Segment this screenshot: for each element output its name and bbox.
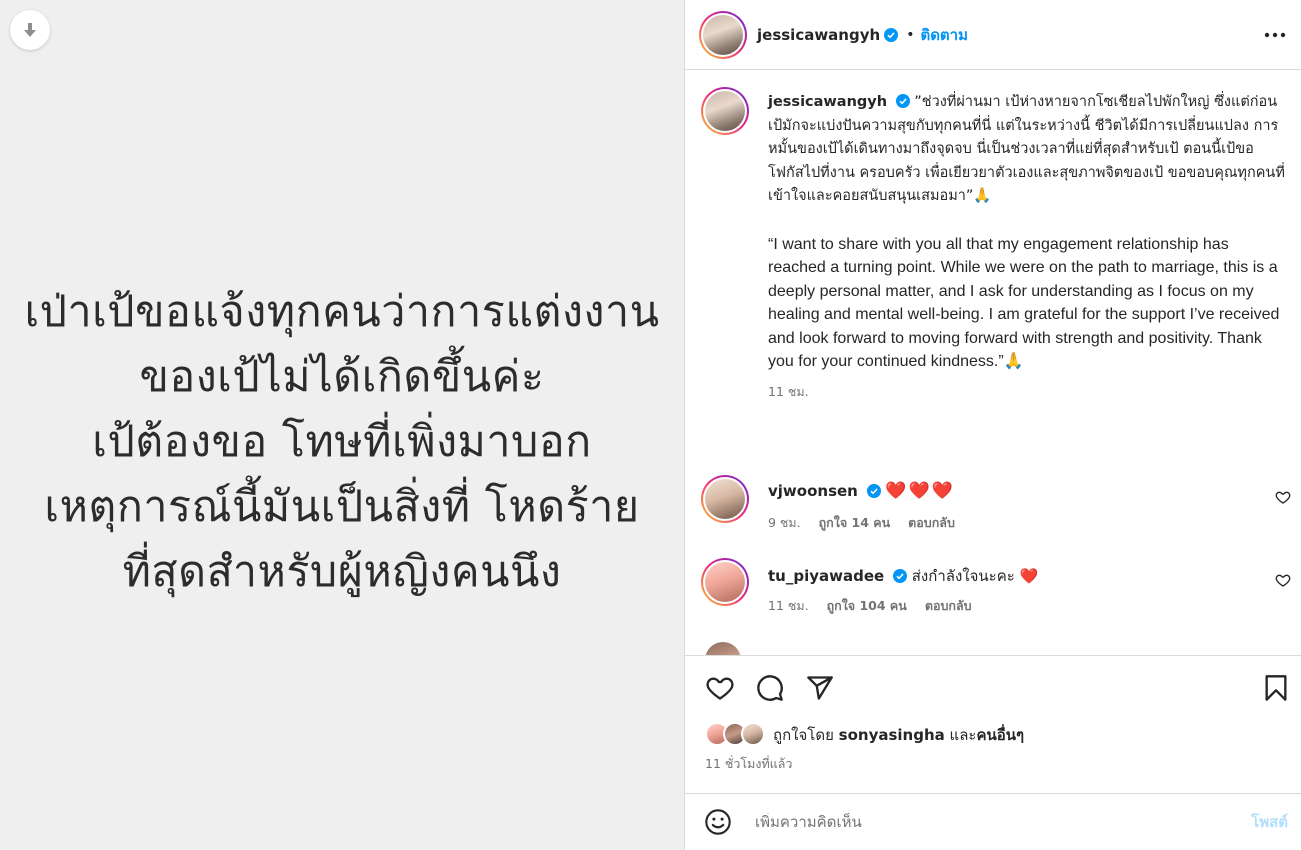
comment-body: tu_piyawadee ส่งกำลังใจนะคะ ❤️ (768, 564, 1038, 588)
post-header: jessicawangyh • ติดตาม (685, 0, 1301, 70)
post-actions-bar (685, 657, 1301, 717)
heart-icon (706, 677, 734, 700)
like-comment-heart-icon[interactable] (1275, 489, 1291, 505)
avatar (705, 562, 745, 602)
comment-item: tu_piyawadee ส่งกำลังใจนะคะ ❤️ 11 ชม. ถู… (701, 558, 1291, 618)
follow-button[interactable]: ติดตาม (920, 23, 968, 47)
post-side-panel: jessicawangyh • ติดตาม jessicawangyh ”ช่… (684, 0, 1301, 850)
post-comment-button[interactable]: โพสต์ (1251, 810, 1288, 834)
media-text-line: เป้ต้องขอ โทษที่เพิ่งมาบอก (92, 417, 592, 467)
comment-meta: 11 ชม. ถูกใจ 104 คน ตอบกลับ (768, 596, 986, 616)
media-text-line: ของเป้ไม่ได้เกิดขึ้นค่ะ (139, 352, 545, 402)
likes-others-link[interactable]: คนอื่นๆ (976, 726, 1024, 744)
comment-button[interactable] (755, 673, 785, 703)
likes-summary[interactable]: ถูกใจโดย sonyasingha และคนอื่นๆ (705, 722, 1024, 748)
verified-badge-icon (866, 484, 881, 498)
avatar (705, 91, 745, 131)
comment-username[interactable]: tu_piyawadee (768, 567, 884, 585)
avatar (741, 722, 765, 746)
post-media: เป่าเป้ขอแจ้งทุกคนว่าการแต่งงาน ของเป้ไม… (0, 0, 684, 850)
bookmark-icon (1265, 675, 1287, 701)
reply-button[interactable]: ตอบกลับ (925, 598, 972, 613)
caption-timestamp: 11 ชม. (768, 383, 809, 399)
liker-username[interactable]: sonyasingha (839, 726, 945, 744)
like-comment-heart-icon[interactable] (1275, 572, 1291, 588)
send-icon (807, 676, 833, 700)
more-icon (1264, 32, 1286, 38)
separator-dot: • (906, 26, 915, 43)
like-button[interactable] (705, 673, 735, 703)
emoji-button[interactable] (703, 807, 733, 837)
comment-meta: 9 ชม. ถูกใจ 14 คน ตอบกลับ (768, 513, 969, 533)
liker-avatars (705, 722, 769, 748)
comment-time: 9 ชม. (768, 515, 801, 530)
caption-body: jessicawangyh ”ช่วงที่ผ่านมา เป้ห่างหายจ… (768, 91, 1288, 403)
comment-body: vjwoonsen ❤️❤️❤️ (768, 481, 955, 501)
reply-button[interactable]: ตอบกลับ (908, 515, 955, 530)
author-avatar-ring[interactable] (699, 10, 747, 59)
comment-icon (757, 675, 783, 701)
caption-avatar[interactable] (701, 87, 749, 135)
emoji-icon (705, 809, 731, 835)
commenter-avatar[interactable] (701, 475, 749, 523)
caption-username[interactable]: jessicawangyh (768, 94, 887, 110)
media-text-line: ที่สุดสำหรับผู้หญิงคนนึง (122, 547, 562, 597)
verified-badge-icon (892, 569, 907, 583)
verified-badge-icon (884, 27, 899, 42)
likes-text: ถูกใจโดย sonyasingha และคนอื่นๆ (773, 723, 1024, 747)
caption-text-english: “I want to share with you all that my en… (768, 235, 1280, 371)
commenter-avatar[interactable] (701, 558, 749, 606)
post-timestamp[interactable]: 11 ชั่วโมงที่แล้ว (705, 754, 792, 774)
download-button[interactable] (10, 10, 50, 50)
author-username[interactable]: jessicawangyh (757, 26, 880, 44)
comment-input[interactable] (755, 813, 1215, 831)
download-icon (24, 23, 36, 37)
comment-time: 11 ชม. (768, 598, 809, 613)
avatar (705, 479, 745, 519)
commenter-avatar[interactable] (705, 642, 741, 655)
comment-item-partial (701, 642, 1291, 655)
comment-username[interactable]: vjwoonsen (768, 482, 858, 500)
share-button[interactable] (805, 673, 835, 703)
more-options-button[interactable] (1262, 22, 1288, 48)
add-comment-bar: โพสต์ (685, 793, 1301, 850)
avatar (705, 642, 741, 655)
save-button[interactable] (1261, 673, 1291, 703)
comment-likes-link[interactable]: ถูกใจ 14 คน (819, 515, 891, 530)
comment-text: ส่งกำลังใจนะคะ ❤️ (911, 567, 1039, 585)
comments-scroll-area[interactable]: jessicawangyh ”ช่วงที่ผ่านมา เป้ห่างหายจ… (685, 71, 1301, 656)
likes-prefix: ถูกใจโดย (773, 726, 834, 744)
verified-badge-icon (895, 94, 910, 108)
comment-item: vjwoonsen ❤️❤️❤️ 9 ชม. ถูกใจ 14 คน ตอบกล… (701, 475, 1291, 535)
likes-conjunction: และ (949, 726, 977, 744)
media-text-block: เป่าเป้ขอแจ้งทุกคนว่าการแต่งงาน ของเป้ไม… (0, 280, 684, 605)
comment-text: ❤️❤️❤️ (885, 481, 955, 501)
media-text-line: เป่าเป้ขอแจ้งทุกคนว่าการแต่งงาน (24, 287, 660, 337)
caption-text-thai: ”ช่วงที่ผ่านมา เป้ห่างหายจากโซเชียลไปพัก… (768, 94, 1285, 204)
media-text-line: เหตุการณ์นี้มันเป็นสิ่งที่ โหดร้าย (44, 482, 640, 532)
avatar (703, 14, 743, 55)
comment-likes-link[interactable]: ถูกใจ 104 คน (827, 598, 907, 613)
